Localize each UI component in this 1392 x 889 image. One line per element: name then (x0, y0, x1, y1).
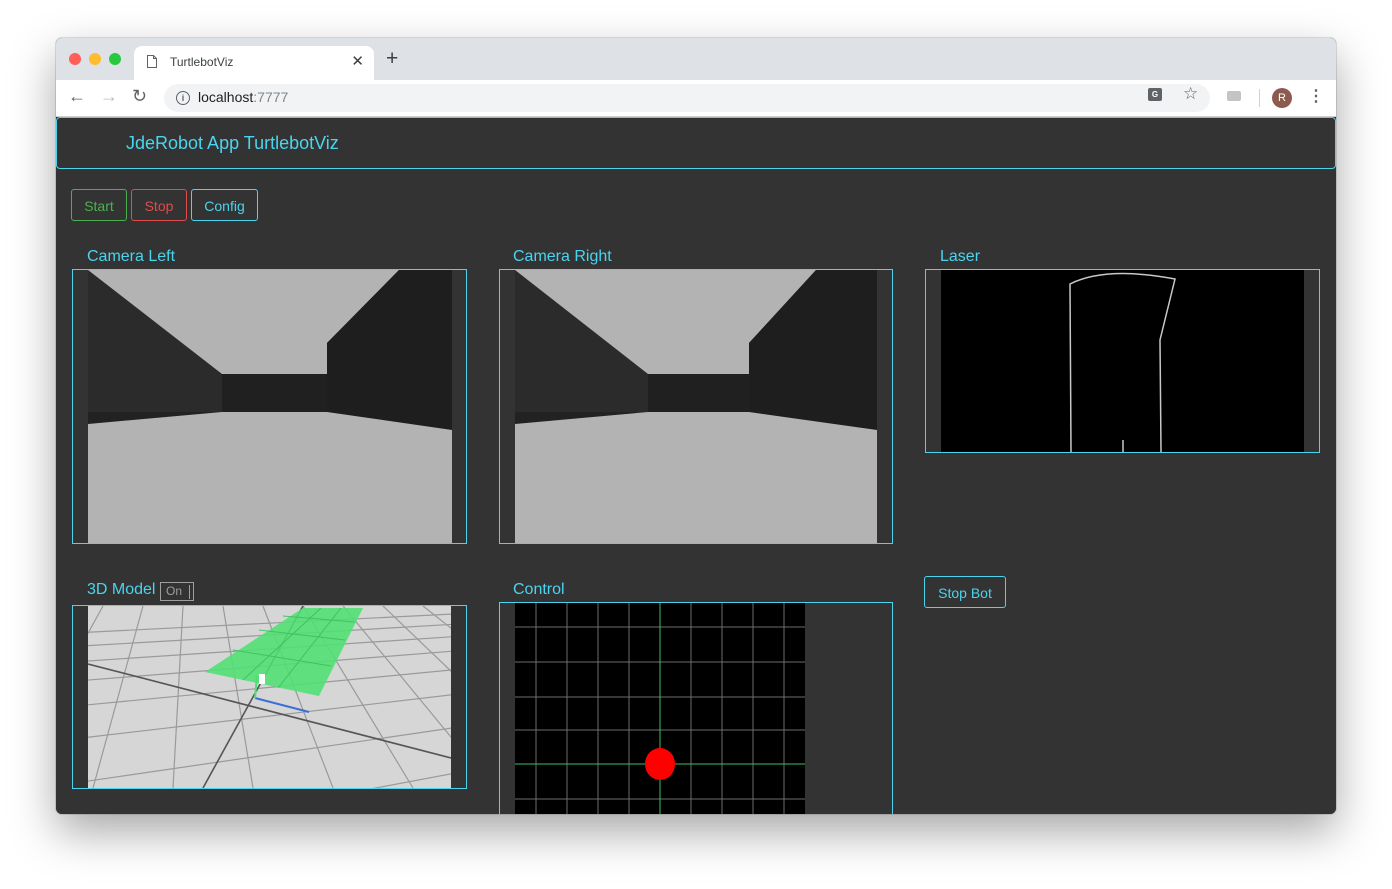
reload-icon[interactable]: ↻ (132, 86, 147, 107)
config-button[interactable]: Config (191, 189, 258, 221)
laser-label: Laser (940, 248, 981, 265)
model-3d-scene[interactable] (73, 606, 466, 788)
toolbar-divider (1259, 89, 1260, 107)
document-icon (147, 55, 157, 68)
toggle-divider (189, 585, 190, 599)
control-frame (499, 602, 893, 814)
stop-button[interactable]: Stop (131, 189, 187, 221)
control-label: Control (513, 581, 565, 598)
tab-bar: TurtlebotViz ✕ + (56, 38, 1336, 80)
maximize-window-button[interactable] (109, 53, 121, 65)
browser-tab[interactable]: TurtlebotViz ✕ (134, 46, 374, 80)
url-host: localhost (198, 89, 254, 105)
laser-scan-image (926, 270, 1319, 452)
model-3d-toggle[interactable]: On (160, 582, 194, 601)
camera-left-frame (72, 269, 467, 544)
control-joystick-dot[interactable] (645, 748, 675, 780)
browser-toolbar: ← → ↻ i localhost:7777 G ☆ R ⋮ (56, 80, 1336, 117)
back-arrow-icon[interactable]: ← (68, 86, 86, 107)
minimize-window-button[interactable] (89, 53, 101, 65)
profile-avatar[interactable]: R (1272, 88, 1292, 108)
model-3d-label: 3D Model (87, 581, 156, 598)
new-tab-button[interactable]: + (386, 47, 398, 71)
url-port: :7777 (253, 89, 289, 105)
tab-title: TurtlebotViz (170, 55, 234, 69)
url-text[interactable]: localhost:7777 (198, 89, 288, 105)
address-bar[interactable]: i localhost:7777 (164, 84, 1210, 112)
camera-left-label: Camera Left (87, 248, 176, 265)
stop-bot-button[interactable]: Stop Bot (924, 576, 1006, 608)
control-pad[interactable] (500, 603, 892, 814)
camera-left-image (73, 270, 466, 543)
camera-right-frame (499, 269, 893, 544)
laser-frame (925, 269, 1320, 453)
camera-right-label: Camera Right (513, 248, 612, 265)
forward-arrow-icon[interactable]: → (100, 86, 118, 107)
extension-icon[interactable] (1227, 91, 1241, 101)
camera-right-image (500, 270, 892, 543)
start-button[interactable]: Start (71, 189, 127, 221)
model-3d-frame[interactable] (72, 605, 467, 789)
close-window-button[interactable] (69, 53, 81, 65)
more-menu-icon[interactable]: ⋮ (1308, 86, 1324, 106)
app-title: JdeRobot App TurtlebotViz (126, 133, 339, 153)
translate-icon[interactable]: G (1148, 88, 1162, 101)
info-icon[interactable]: i (176, 91, 190, 105)
browser-window: TurtlebotViz ✕ + ← → ↻ i localhost:7777 … (56, 38, 1336, 814)
page-content: JdeRobot App TurtlebotViz Start Stop Con… (56, 117, 1336, 814)
bookmark-star-icon[interactable]: ☆ (1183, 84, 1198, 104)
model-3d-toggle-label: On (166, 584, 183, 598)
app-header: JdeRobot App TurtlebotViz (56, 117, 1336, 169)
close-tab-icon[interactable]: ✕ (351, 52, 364, 70)
